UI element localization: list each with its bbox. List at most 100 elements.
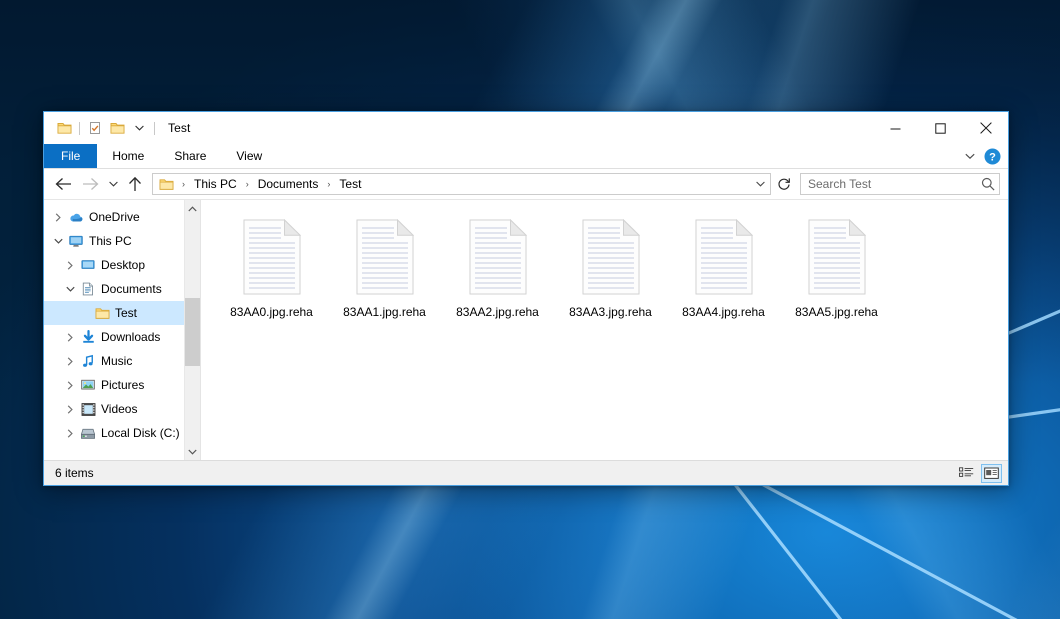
file-name-label: 83AA0.jpg.reha — [230, 305, 313, 319]
large-icons-view-button[interactable] — [981, 464, 1002, 483]
breadcrumb-item-this-pc[interactable]: This PC — [190, 177, 241, 191]
tab-file[interactable]: File — [44, 144, 97, 168]
back-button[interactable] — [50, 172, 77, 196]
minimize-button[interactable] — [873, 112, 918, 144]
tab-share[interactable]: Share — [159, 144, 221, 168]
file-item[interactable]: 83AA0.jpg.reha — [215, 212, 328, 319]
address-bar[interactable]: › This PC › Documents › Test — [152, 173, 771, 195]
harddisk-icon — [78, 425, 98, 441]
sidebar-item-test[interactable]: Test — [44, 301, 200, 325]
chevron-right-icon[interactable] — [62, 421, 78, 445]
file-name-label: 83AA5.jpg.reha — [795, 305, 878, 319]
view-mode-buttons — [956, 464, 1002, 483]
file-name-label: 83AA1.jpg.reha — [343, 305, 426, 319]
music-icon — [78, 353, 98, 369]
quick-access-separator-2 — [154, 122, 155, 135]
details-view-button[interactable] — [956, 464, 977, 483]
breadcrumb-item-test[interactable]: Test — [335, 177, 365, 191]
ribbon-right-controls: ? — [959, 144, 1008, 168]
file-item[interactable]: 83AA1.jpg.reha — [328, 212, 441, 319]
file-item[interactable]: 83AA2.jpg.reha — [441, 212, 554, 319]
folder-icon — [157, 178, 177, 191]
help-icon[interactable]: ? — [984, 148, 1001, 165]
scrollbar-track[interactable] — [185, 217, 200, 443]
quick-access-new-folder-icon[interactable] — [106, 117, 128, 139]
sidebar-item-label: Music — [101, 355, 132, 367]
up-button[interactable] — [122, 172, 148, 196]
sidebar-item-label: Pictures — [101, 379, 144, 391]
cloud-icon — [66, 209, 86, 225]
sidebar-item-label: OneDrive — [89, 211, 140, 223]
sidebar-item-label: Videos — [101, 403, 137, 415]
folder-icon — [92, 305, 112, 321]
svg-text:?: ? — [989, 151, 996, 163]
quick-access-properties-icon[interactable] — [84, 117, 106, 139]
forward-button[interactable] — [77, 172, 104, 196]
maximize-button[interactable] — [918, 112, 963, 144]
monitor-icon — [66, 233, 86, 249]
chevron-right-icon[interactable] — [62, 253, 78, 277]
file-item[interactable]: 83AA4.jpg.reha — [667, 212, 780, 319]
chevron-down-icon[interactable] — [62, 277, 78, 301]
scroll-down-icon[interactable] — [185, 443, 200, 460]
sidebar-item-local-disk-c[interactable]: Local Disk (C:) — [44, 421, 200, 445]
close-button[interactable] — [963, 112, 1008, 144]
sidebar-item-this-pc[interactable]: This PC — [44, 229, 200, 253]
sidebar-item-pictures[interactable]: Pictures — [44, 373, 200, 397]
sidebar-item-label: Desktop — [101, 259, 145, 271]
sidebar-item-documents[interactable]: Documents — [44, 277, 200, 301]
sidebar-item-label: Documents — [101, 283, 162, 295]
quick-access-customize[interactable] — [128, 117, 150, 139]
picture-icon — [78, 377, 98, 393]
window-controls — [873, 112, 1008, 144]
generic-file-icon — [462, 215, 534, 299]
sidebar-item-downloads[interactable]: Downloads — [44, 325, 200, 349]
sidebar-scrollbar[interactable] — [184, 200, 200, 460]
file-grid: 83AA0.jpg.reha 83AA1.jpg.reha 83AA2.jpg.re… — [215, 212, 1008, 319]
window-title: Test — [168, 121, 190, 135]
sidebar-item-onedrive[interactable]: OneDrive — [44, 205, 200, 229]
file-item[interactable]: 83AA5.jpg.reha — [780, 212, 893, 319]
file-explorer-window: Test File Home Share View — [43, 111, 1009, 486]
generic-file-icon — [236, 215, 308, 299]
item-count-label: 6 items — [55, 466, 94, 480]
generic-file-icon — [575, 215, 647, 299]
scroll-up-icon[interactable] — [185, 200, 200, 217]
chevron-down-icon[interactable] — [959, 145, 981, 167]
generic-file-icon — [801, 215, 873, 299]
chevron-down-icon[interactable] — [50, 229, 66, 253]
breadcrumb-item-documents[interactable]: Documents — [254, 177, 323, 191]
sidebar-item-desktop[interactable]: Desktop — [44, 253, 200, 277]
refresh-icon[interactable] — [772, 173, 796, 195]
tab-home[interactable]: Home — [97, 144, 159, 168]
quick-access-separator-1 — [79, 122, 80, 135]
search-input[interactable] — [808, 177, 981, 191]
sidebar-item-label: Local Disk (C:) — [101, 427, 180, 439]
search-box[interactable] — [800, 173, 1000, 195]
quick-access-folder-icon[interactable] — [53, 117, 75, 139]
navigation-pane: OneDrive This PC Desktop Documents Test Downl… — [44, 200, 201, 460]
address-dropdown-icon[interactable] — [750, 174, 770, 194]
file-list-pane[interactable]: 83AA0.jpg.reha 83AA1.jpg.reha 83AA2.jpg.re… — [201, 200, 1008, 460]
breadcrumb-separator: › — [177, 179, 190, 189]
file-item[interactable]: 83AA3.jpg.reha — [554, 212, 667, 319]
sidebar-item-music[interactable]: Music — [44, 349, 200, 373]
generic-file-icon — [688, 215, 760, 299]
tab-view[interactable]: View — [221, 144, 277, 168]
chevron-right-icon[interactable] — [62, 373, 78, 397]
search-icon — [981, 177, 995, 191]
file-name-label: 83AA2.jpg.reha — [456, 305, 539, 319]
sidebar-item-videos[interactable]: Videos — [44, 397, 200, 421]
scrollbar-thumb[interactable] — [185, 298, 200, 366]
file-name-label: 83AA3.jpg.reha — [569, 305, 652, 319]
chevron-right-icon[interactable] — [62, 397, 78, 421]
navigation-bar: › This PC › Documents › Test — [44, 169, 1008, 199]
recent-locations-button[interactable] — [104, 172, 122, 196]
desktop-icon — [78, 257, 98, 273]
sidebar-item-label: Test — [115, 307, 137, 319]
chevron-right-icon[interactable] — [50, 205, 66, 229]
chevron-right-icon[interactable] — [62, 349, 78, 373]
document-icon — [78, 281, 98, 297]
chevron-right-icon[interactable] — [62, 325, 78, 349]
title-bar: Test — [44, 112, 1008, 144]
